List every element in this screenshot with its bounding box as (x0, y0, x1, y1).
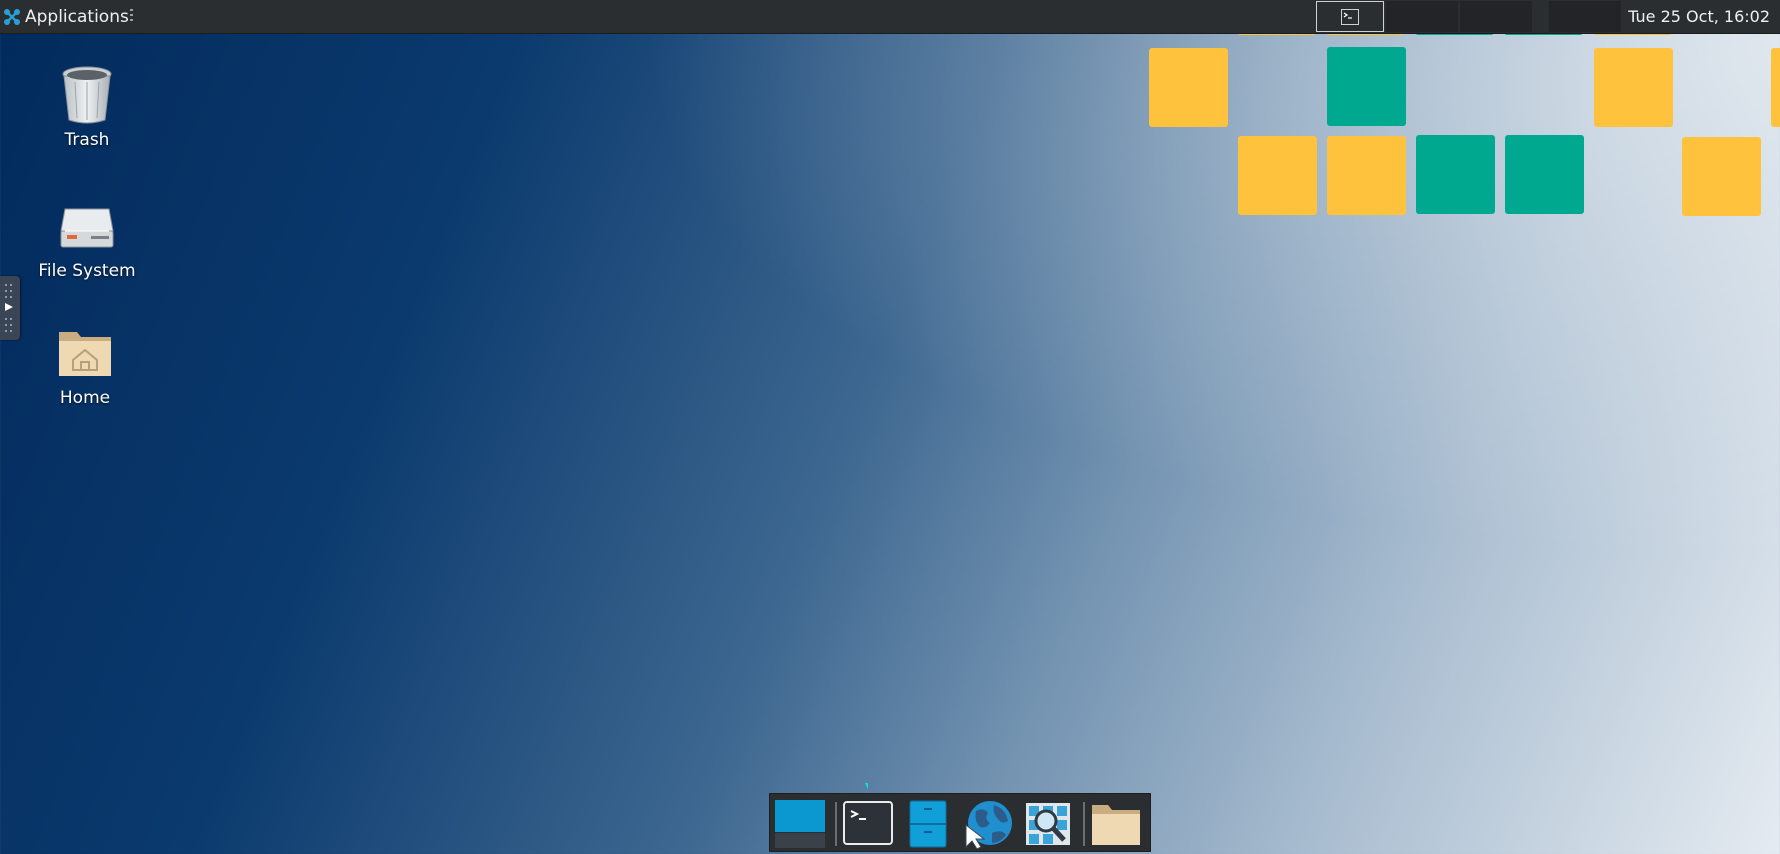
terminal-icon (1341, 9, 1359, 25)
dock-item-file-manager[interactable] (902, 799, 954, 849)
dock-item-folder[interactable] (1090, 799, 1142, 849)
desktop-icon-label: Trash (64, 130, 110, 150)
taskbar-window[interactable] (1460, 1, 1532, 32)
desktop-icon-home[interactable]: Home (10, 322, 160, 408)
desktop-icon-label: File System (38, 261, 136, 281)
taskbar-window[interactable] (1386, 1, 1458, 32)
dock-item-app-finder[interactable] (1022, 799, 1074, 849)
desktop-icon-trash[interactable]: Trash (12, 64, 162, 150)
dock (769, 793, 1151, 852)
wallpaper-tile (1327, 136, 1406, 215)
globe-icon (965, 801, 1012, 850)
applications-label: Applications (25, 6, 129, 27)
home-folder-icon (59, 332, 111, 376)
panel-handle-icon[interactable] (130, 9, 134, 23)
trash-icon (62, 66, 112, 124)
clock[interactable]: Tue 25 Oct, 16:02 (1628, 0, 1770, 33)
drive-icon (60, 208, 114, 248)
wallpaper-tile (1771, 48, 1780, 127)
dock-item-terminal[interactable] (842, 799, 894, 849)
dock-item-web-browser[interactable] (962, 799, 1014, 850)
top-panel: Applications Tue 25 Oct, 16:02 (0, 0, 1780, 33)
dock-item-show-desktop[interactable] (774, 799, 826, 849)
terminal-icon (843, 801, 893, 845)
dock-separator (1083, 802, 1085, 846)
taskbar-window-terminal[interactable] (1316, 1, 1384, 32)
file-cabinet-icon (909, 800, 947, 848)
desktop-icon-label: Home (59, 388, 111, 408)
wallpaper-tile (1238, 136, 1317, 215)
xfce-logo-icon (3, 8, 21, 26)
annotation-arrow-icon (865, 783, 868, 790)
wallpaper-tile (1594, 48, 1673, 127)
wallpaper-tile (1327, 47, 1406, 126)
wallpaper (0, 0, 1780, 854)
wallpaper-tile (1682, 137, 1761, 216)
dock-separator (835, 802, 837, 846)
taskbar-window[interactable] (1549, 1, 1621, 32)
desktop-icon (775, 800, 825, 848)
magnifier-icon (1026, 803, 1070, 845)
wallpaper-tile (1505, 135, 1584, 214)
wallpaper-tile (1149, 48, 1228, 127)
folder-icon (1092, 805, 1140, 845)
applications-menu-button[interactable]: Applications (3, 0, 129, 33)
wallpaper-tile (1416, 135, 1495, 214)
desktop-icon-file-system[interactable]: File System (12, 195, 162, 281)
